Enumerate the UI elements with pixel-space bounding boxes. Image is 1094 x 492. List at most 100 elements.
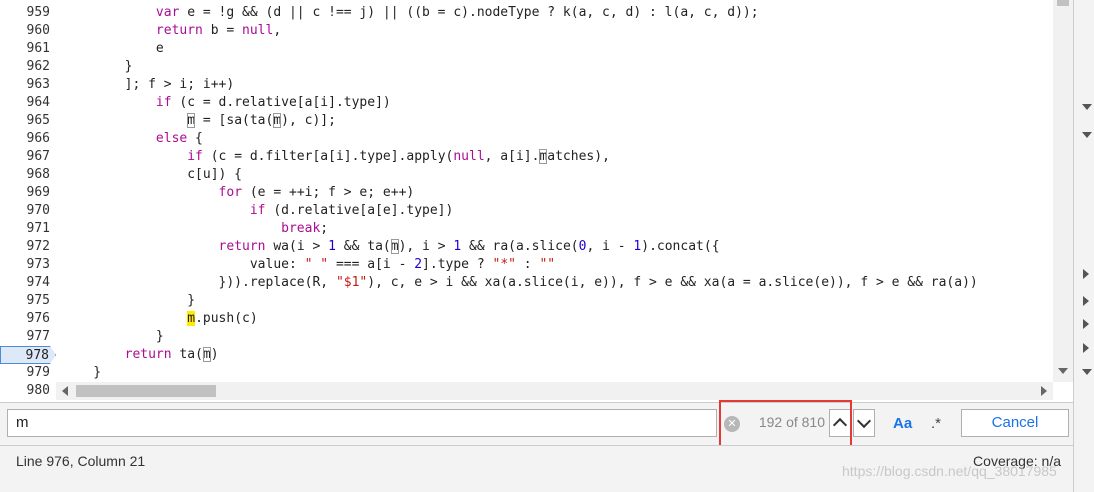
- line-number[interactable]: 980: [0, 382, 50, 400]
- code-token: = [sa(ta(: [195, 113, 274, 128]
- code-line[interactable]: ]; f > i; i++): [62, 76, 235, 94]
- line-number[interactable]: 975: [0, 292, 50, 310]
- code-token: ), c)];: [281, 113, 336, 128]
- watermark: https://blog.csdn.net/qq_38017985: [842, 463, 1057, 479]
- code-token: "": [539, 257, 556, 272]
- line-number[interactable]: 972: [0, 238, 50, 256]
- search-input[interactable]: m: [7, 409, 717, 437]
- code-token: .push(c): [195, 311, 258, 326]
- line-number[interactable]: 973: [0, 256, 50, 274]
- code-token: (c = d.filter[a[i].type].apply(: [202, 149, 454, 164]
- code-token: ta(: [171, 347, 203, 362]
- vertical-scroll-thumb[interactable]: [1057, 0, 1069, 6]
- code-line[interactable]: break;: [62, 220, 328, 238]
- scroll-left-arrow-icon[interactable]: [62, 386, 68, 396]
- line-number[interactable]: 979: [0, 364, 50, 382]
- vertical-scrollbar[interactable]: [1053, 0, 1073, 382]
- line-number[interactable]: 963: [0, 76, 50, 94]
- line-number[interactable]: 961: [0, 40, 50, 58]
- regex-toggle[interactable]: .*: [931, 415, 941, 432]
- chevron-down-icon: [856, 413, 872, 429]
- code-line[interactable]: m.push(c): [62, 310, 258, 328]
- code-token: ), i >: [398, 239, 454, 254]
- code-line[interactable]: return ta(m): [62, 346, 219, 364]
- code-token: ).concat({: [641, 239, 720, 254]
- line-number[interactable]: 974: [0, 274, 50, 292]
- line-number[interactable]: 965: [0, 112, 50, 130]
- code-token: value:: [62, 257, 305, 272]
- code-token: b =: [202, 23, 243, 38]
- code-token: if: [249, 203, 266, 218]
- side-panel-edge: [1073, 0, 1094, 492]
- code-line[interactable]: e: [62, 40, 164, 58]
- code-line[interactable]: value: " " === a[i - 2].type ? "*" : "": [62, 256, 555, 274]
- code-line[interactable]: m = [sa(ta(m), c)];: [62, 112, 336, 130]
- code-line[interactable]: }: [62, 328, 164, 346]
- expand-arrow-icon[interactable]: [1082, 369, 1092, 375]
- code-token: }: [62, 329, 164, 344]
- code-line[interactable]: })).replace(R, "$1"), c, e > i && xa(a.s…: [62, 274, 978, 292]
- line-number[interactable]: 959: [0, 4, 50, 22]
- code-line[interactable]: if (c = d.relative[a[i].type]): [62, 94, 391, 112]
- code-token: var: [155, 5, 180, 20]
- line-number[interactable]: 977: [0, 328, 50, 346]
- code-line[interactable]: if (d.relative[a[e].type]): [62, 202, 454, 220]
- code-line[interactable]: if (c = d.filter[a[i].type].apply(null, …: [62, 148, 610, 166]
- horizontal-scroll-thumb[interactable]: [76, 385, 216, 397]
- expand-arrow-icon[interactable]: [1082, 104, 1092, 110]
- collapse-arrow-icon[interactable]: [1083, 319, 1089, 329]
- match-case-toggle[interactable]: Aa: [893, 415, 912, 432]
- code-token: ,: [273, 23, 282, 38]
- code-token: (d.relative[a[e].type]): [265, 203, 454, 218]
- code-line[interactable]: }: [62, 364, 101, 382]
- scroll-right-arrow-icon[interactable]: [1041, 386, 1047, 396]
- code-token: if: [187, 149, 203, 164]
- code-token: }: [62, 59, 133, 74]
- cancel-button[interactable]: Cancel: [961, 409, 1069, 437]
- line-number[interactable]: 976: [0, 310, 50, 328]
- code-line[interactable]: }: [62, 58, 133, 76]
- code-token: "*": [492, 257, 516, 272]
- code-line[interactable]: for (e = ++i; f > e; e++): [62, 184, 415, 202]
- code-token: ].type ?: [422, 257, 493, 272]
- collapse-arrow-icon[interactable]: [1083, 296, 1089, 306]
- code-token: ): [210, 347, 219, 362]
- collapse-arrow-icon[interactable]: [1083, 343, 1089, 353]
- line-number[interactable]: 966: [0, 130, 50, 148]
- code-area[interactable]: var e = !g && (d || c !== j) || ((b = c)…: [62, 0, 1073, 402]
- code-line[interactable]: }: [62, 292, 195, 310]
- search-match: m: [390, 239, 399, 254]
- code-line[interactable]: return b = null,: [62, 22, 281, 40]
- line-number[interactable]: 967: [0, 148, 50, 166]
- line-number[interactable]: 971: [0, 220, 50, 238]
- line-number[interactable]: 970: [0, 202, 50, 220]
- code-line[interactable]: var e = !g && (d || c !== j) || ((b = c)…: [62, 4, 759, 22]
- line-number[interactable]: 962: [0, 58, 50, 76]
- code-token: {: [187, 131, 203, 146]
- line-number[interactable]: 964: [0, 94, 50, 112]
- code-token: " ": [304, 257, 329, 272]
- line-number[interactable]: 969: [0, 184, 50, 202]
- code-line[interactable]: c[u]) {: [62, 166, 242, 184]
- scroll-down-arrow-icon[interactable]: [1058, 368, 1068, 374]
- code-token: === a[i -: [328, 257, 415, 272]
- line-number[interactable]: 960: [0, 22, 50, 40]
- next-match-button[interactable]: [853, 409, 875, 437]
- code-line[interactable]: else {: [62, 130, 203, 148]
- line-number-gutter[interactable]: 959 960 961 962 963 964 965 966 967 968 969 970 971 9…: [0, 0, 56, 402]
- code-token: (e = ++i; f > e; e++): [242, 185, 415, 200]
- search-match: m: [202, 347, 211, 362]
- line-number[interactable]: 968: [0, 166, 50, 184]
- code-editor[interactable]: 959 960 961 962 963 964 965 966 967 968 969 970 971 9…: [0, 0, 1073, 402]
- horizontal-scrollbar[interactable]: [56, 382, 1053, 400]
- code-line[interactable]: return wa(i > 1 && ta(m), i > 1 && ra(a.…: [62, 238, 720, 256]
- code-token: (c = d.relative[a[i].type]): [171, 95, 391, 110]
- line-number[interactable]: 978: [0, 346, 56, 364]
- collapse-arrow-icon[interactable]: [1083, 269, 1089, 279]
- expand-arrow-icon[interactable]: [1082, 132, 1092, 138]
